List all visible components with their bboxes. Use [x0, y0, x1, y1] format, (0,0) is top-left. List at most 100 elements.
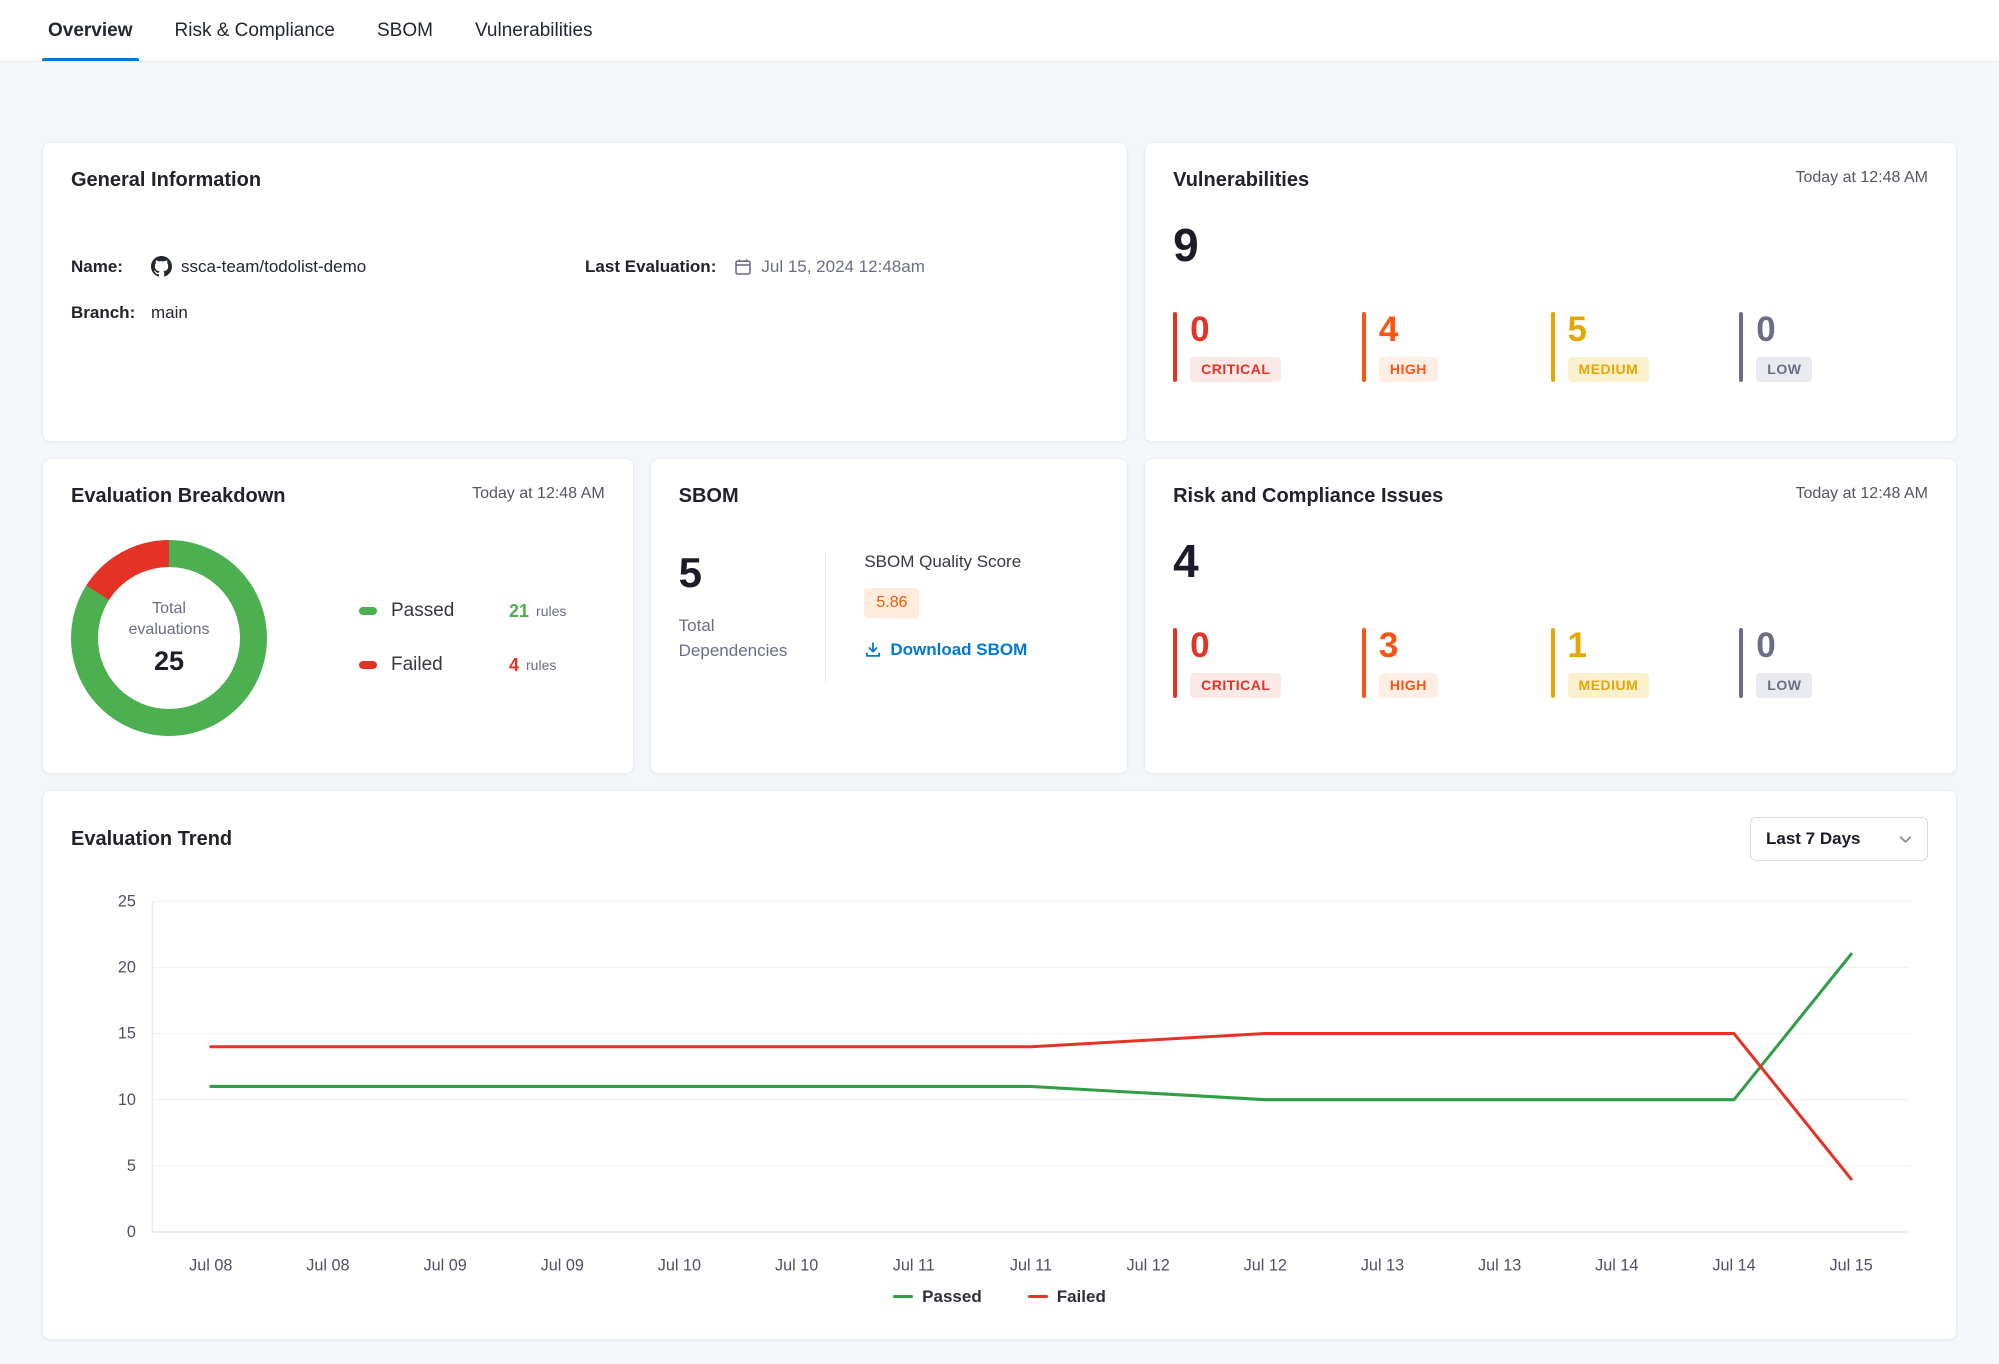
passed-legend-label: Passed [922, 1287, 982, 1307]
risk-compliance-total: 4 [1173, 538, 1928, 584]
branch-value: main [151, 303, 188, 323]
severity-medium: 5 MEDIUM [1551, 312, 1740, 382]
severity-bar [1362, 312, 1366, 382]
failed-line-swatch [1028, 1295, 1048, 1298]
svg-text:5: 5 [127, 1157, 136, 1175]
tab-sbom[interactable]: SBOM [377, 0, 433, 61]
evaluation-breakdown-card: Evaluation Breakdown Today at 12:48 AM T… [42, 458, 634, 774]
overview-dashboard: General Information Name: ssca-team/todo… [0, 62, 1999, 1364]
breakdown-legend: Passed 21 rules Failed 4 rules [359, 600, 605, 676]
sbom-total-label: Total Dependencies [679, 614, 788, 663]
donut-label-line2: evaluations [129, 620, 210, 641]
severity-bar [1173, 312, 1177, 382]
severity-badge: LOW [1756, 673, 1812, 698]
general-info-card: General Information Name: ssca-team/todo… [42, 142, 1128, 442]
svg-text:Jul 13: Jul 13 [1478, 1257, 1521, 1275]
branch-field: Branch: main [71, 303, 585, 323]
donut-label-line1: Total [129, 599, 210, 620]
sbom-quality-score-badge: 5.86 [864, 588, 919, 618]
severity-low: 0 LOW [1739, 312, 1928, 382]
risk-compliance-title: Risk and Compliance Issues [1173, 485, 1443, 508]
severity-count: 3 [1379, 628, 1398, 663]
last-evaluation-value: Jul 15, 2024 12:48am [761, 257, 925, 277]
severity-badge: HIGH [1379, 673, 1438, 698]
severity-bar [1551, 312, 1555, 382]
severity-bar [1362, 628, 1366, 698]
svg-text:10: 10 [118, 1091, 136, 1109]
tab-risk-compliance[interactable]: Risk & Compliance [175, 0, 336, 61]
svg-text:Jul 08: Jul 08 [306, 1257, 349, 1275]
evaluation-trend-card: Evaluation Trend Last 7 Days 0 5 10 15 20 25 J… [42, 790, 1957, 1340]
vulnerabilities-timestamp: Today at 12:48 AM [1795, 169, 1928, 187]
svg-text:Jul 10: Jul 10 [775, 1257, 818, 1275]
passed-label: Passed [391, 600, 509, 622]
evaluation-breakdown-timestamp: Today at 12:48 AM [472, 485, 605, 503]
last-evaluation-field: Last Evaluation: Jul 15, 2024 12:48am [585, 257, 1099, 277]
svg-text:0: 0 [127, 1223, 136, 1241]
download-sbom-link[interactable]: Download SBOM [864, 640, 1027, 660]
sbom-total-count: 5 [679, 552, 788, 594]
svg-text:Jul 09: Jul 09 [423, 1257, 466, 1275]
svg-text:15: 15 [118, 1025, 136, 1043]
download-icon [864, 641, 882, 659]
passed-swatch [359, 607, 377, 615]
severity-row: 0 CRITICAL 3 HIGH 1 MEDIUM [1173, 628, 1928, 698]
severity-count: 0 [1756, 312, 1775, 347]
svg-text:Jul 11: Jul 11 [893, 1257, 935, 1275]
svg-text:Jul 14: Jul 14 [1595, 1257, 1638, 1275]
trend-legend: Passed Failed [71, 1287, 1928, 1313]
sbom-dependencies: 5 Total Dependencies [679, 552, 788, 682]
severity-count: 4 [1379, 312, 1398, 347]
failed-label: Failed [391, 654, 509, 676]
repo-name-value: ssca-team/todolist-demo [181, 257, 366, 277]
severity-bar [1173, 628, 1177, 698]
general-info-title: General Information [71, 169, 261, 192]
name-field: Name: ssca-team/todolist-demo [71, 256, 585, 277]
sbom-title: SBOM [679, 485, 739, 508]
svg-text:20: 20 [118, 958, 136, 976]
severity-badge: HIGH [1379, 357, 1438, 382]
svg-text:Jul 10: Jul 10 [658, 1257, 701, 1275]
donut-total: 25 [154, 646, 184, 677]
vulnerabilities-card: Vulnerabilities Today at 12:48 AM 9 0 CR… [1144, 142, 1957, 442]
severity-count: 5 [1568, 312, 1587, 347]
severity-medium: 1 MEDIUM [1551, 628, 1740, 698]
svg-text:Jul 13: Jul 13 [1361, 1257, 1404, 1275]
vulnerabilities-total: 9 [1173, 222, 1928, 268]
tab-overview[interactable]: Overview [48, 0, 133, 61]
risk-compliance-card: Risk and Compliance Issues Today at 12:4… [1144, 458, 1957, 774]
severity-count: 0 [1756, 628, 1775, 663]
severity-high: 4 HIGH [1362, 312, 1551, 382]
severity-bar [1739, 628, 1743, 698]
chevron-down-icon [1899, 835, 1912, 844]
svg-text:25: 25 [118, 892, 136, 910]
sbom-total-label-line1: Total [679, 614, 788, 639]
severity-count: 0 [1190, 312, 1209, 347]
severity-count: 0 [1190, 628, 1209, 663]
severity-high: 3 HIGH [1362, 628, 1551, 698]
legend-passed: Passed [893, 1287, 982, 1307]
severity-low: 0 LOW [1739, 628, 1928, 698]
range-selector[interactable]: Last 7 Days [1750, 817, 1928, 861]
failed-unit: rules [526, 657, 556, 673]
vulnerabilities-title: Vulnerabilities [1173, 169, 1309, 192]
legend-failed: Failed 4 rules [359, 654, 605, 676]
legend-failed: Failed [1028, 1287, 1106, 1307]
name-label: Name: [71, 257, 151, 277]
passed-line-swatch [893, 1295, 913, 1298]
vertical-divider [825, 552, 826, 682]
evaluation-trend-title: Evaluation Trend [71, 828, 232, 851]
tab-vulnerabilities[interactable]: Vulnerabilities [475, 0, 593, 61]
last-evaluation-label: Last Evaluation: [585, 257, 716, 277]
tab-bar: Overview Risk & Compliance SBOM Vulnerab… [0, 0, 1999, 62]
sbom-quality: SBOM Quality Score 5.86 Download SBOM [864, 552, 1027, 682]
passed-unit: rules [536, 603, 566, 619]
severity-bar [1739, 312, 1743, 382]
svg-text:Jul 14: Jul 14 [1712, 1257, 1755, 1275]
passed-count: 21 [509, 601, 529, 622]
svg-text:Jul 11: Jul 11 [1010, 1257, 1052, 1275]
sbom-quality-label: SBOM Quality Score [864, 552, 1027, 572]
svg-text:Jul 12: Jul 12 [1244, 1257, 1287, 1275]
evaluation-breakdown-title: Evaluation Breakdown [71, 485, 286, 508]
severity-badge: LOW [1756, 357, 1812, 382]
